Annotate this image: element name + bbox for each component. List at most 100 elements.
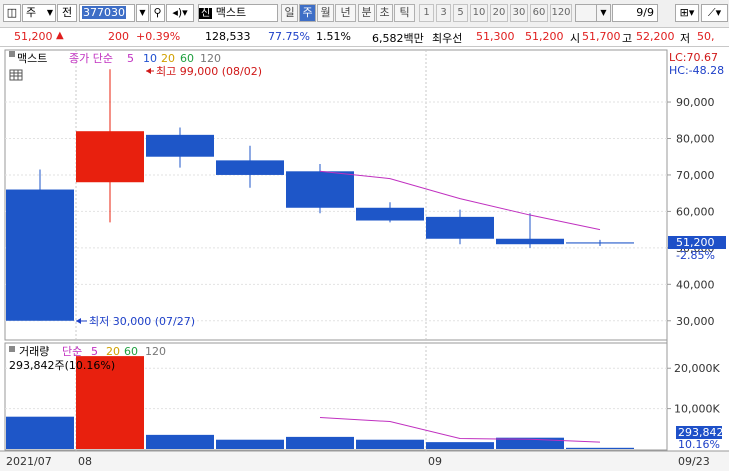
max-annotation-text: 최고 99,000 (08/02) xyxy=(156,65,262,78)
interval-1[interactable]: 1 xyxy=(419,4,434,22)
high-label: 고 xyxy=(622,32,633,45)
price-legend-ma20: 20 xyxy=(161,52,175,65)
interval-5[interactable]: 5 xyxy=(453,4,468,22)
x-label-2021-07: 2021/07 xyxy=(6,455,52,468)
volume-bar[interactable] xyxy=(426,442,494,449)
price-tick-label: 60,000 xyxy=(676,205,715,218)
x-axis: 2021/07 08 09 09/23 xyxy=(0,450,729,471)
volume-current: 293,842주(10.16%) xyxy=(9,359,115,372)
volume-value: 128,533 xyxy=(205,30,251,43)
volume-tick-label: 10,000K xyxy=(674,403,720,416)
volume-legend-ma20: 20 xyxy=(106,345,120,358)
period-second[interactable]: 초 xyxy=(376,4,393,22)
price-tick-label: 70,000 xyxy=(676,169,715,182)
period-minute[interactable]: 분 xyxy=(358,4,375,22)
volume-legend-ma120: 120 xyxy=(145,345,166,358)
price-tick-label: 90,000 xyxy=(676,96,715,109)
interval-20[interactable]: 20 xyxy=(490,4,508,22)
min-annotation-text: 최저 30,000 (07/27) xyxy=(89,315,195,328)
candle[interactable] xyxy=(6,169,74,321)
last-volume-pct: 10.16% xyxy=(678,438,720,451)
interval-dropdown-icon[interactable]: ▼ xyxy=(596,4,611,22)
volume-panel-menu-icon[interactable] xyxy=(9,346,15,352)
toolbar: ◫ 주 ▼ 전 377030 ▼ ⚲ ◂)▾ 신 맥스트 일 주 월 년 분 초… xyxy=(0,0,729,28)
best-ask: 51,300 xyxy=(476,30,515,43)
candle-body xyxy=(216,160,284,175)
period-week[interactable]: 주 xyxy=(299,4,316,22)
hc-label: HC:-48.28 xyxy=(669,64,724,77)
interval-120[interactable]: 120 xyxy=(550,4,572,22)
candle-body xyxy=(146,134,214,157)
volume-legend-label: 거래량 xyxy=(19,345,49,358)
period-month[interactable]: 월 xyxy=(317,4,334,22)
table-icon[interactable] xyxy=(9,69,23,81)
low-price: 50, xyxy=(697,30,715,43)
price-change-pct: +0.39% xyxy=(136,30,181,43)
low-label: 저 xyxy=(680,32,691,45)
volume-legend-ma60: 60 xyxy=(124,345,138,358)
volume-bar[interactable] xyxy=(216,439,284,449)
layout-icon[interactable]: ◫ xyxy=(3,4,21,22)
period-year[interactable]: 년 xyxy=(335,4,356,22)
price-legend-stock: 맥스트 xyxy=(17,52,47,65)
candle-body xyxy=(286,171,354,208)
lc-label: LC:70.67 xyxy=(669,51,718,64)
code-input[interactable]: 377030 xyxy=(79,4,135,22)
volume-bar[interactable] xyxy=(146,434,214,449)
volume-legend-type: 단순 xyxy=(62,345,82,358)
interval-3[interactable]: 3 xyxy=(436,4,451,22)
stock-chart[interactable]: 90,00080,00070,00060,00050,00040,00030,0… xyxy=(0,48,729,471)
code-input-value: 377030 xyxy=(82,6,126,19)
interval-30[interactable]: 30 xyxy=(510,4,528,22)
page-indicator: 9/9 xyxy=(612,4,658,22)
volume-ratio: 77.75% xyxy=(268,30,310,43)
prev-button[interactable]: 전 xyxy=(57,4,77,22)
stock-name-field[interactable]: 신 맥스트 xyxy=(198,4,278,22)
current-price: 51,200 xyxy=(14,30,53,43)
candle-body xyxy=(6,189,74,321)
grid-settings-icon[interactable]: ⊞▾ xyxy=(675,4,699,22)
volume-bar[interactable] xyxy=(286,436,354,449)
panel-menu-icon[interactable] xyxy=(9,51,15,57)
interval-10[interactable]: 10 xyxy=(470,4,488,22)
open-label: 시 xyxy=(570,32,581,45)
chevron-down-icon: ▼ xyxy=(46,8,53,17)
volume-tick-label: 20,000K xyxy=(674,362,720,375)
last-price-label: 51,200 xyxy=(676,236,715,249)
quote-bar: 51,200 ▲ 200 +0.39% 128,533 77.75% 1.51%… xyxy=(0,28,729,47)
code-dropdown-icon[interactable]: ▼ xyxy=(136,4,149,22)
x-label-08: 08 xyxy=(78,455,92,468)
indicator-settings-icon[interactable]: ⟋▾ xyxy=(701,4,728,22)
market-select[interactable]: 주 ▼ xyxy=(22,4,56,22)
candle-body xyxy=(426,216,494,239)
interval-60[interactable]: 60 xyxy=(530,4,548,22)
period-tick[interactable]: 틱 xyxy=(394,4,415,22)
volume-bar[interactable] xyxy=(6,416,74,449)
sound-icon[interactable]: ◂)▾ xyxy=(166,4,194,22)
volume-y-axis: 20,000K 10,000K xyxy=(667,362,720,416)
price-legend-ma10: 10 xyxy=(143,52,157,65)
open-price: 51,700 xyxy=(582,30,621,43)
price-legend-ma5: 5 xyxy=(127,52,134,65)
market-select-value: 주 xyxy=(26,6,37,19)
search-icon[interactable]: ⚲ xyxy=(150,4,165,22)
volume-legend-ma5: 5 xyxy=(91,345,98,358)
max-annotation: 최고 99,000 (08/02) xyxy=(146,65,262,78)
x-label-09-23: 09/23 xyxy=(678,455,710,468)
up-arrow-icon: ▲ xyxy=(56,30,64,41)
price-legend-ma120: 120 xyxy=(200,52,221,65)
volume-bar[interactable] xyxy=(566,447,634,449)
candle-body xyxy=(496,238,564,245)
best-quote-label: 최우선 xyxy=(432,32,463,45)
turnover-pct: 1.51% xyxy=(316,30,351,43)
high-price: 52,200 xyxy=(636,30,675,43)
price-tick-label: 30,000 xyxy=(676,315,715,328)
trade-amount: 6,582백만 xyxy=(372,32,424,45)
x-label-09: 09 xyxy=(428,455,442,468)
candle-body xyxy=(566,242,634,244)
volume-bar[interactable] xyxy=(356,439,424,449)
stock-name-value: 맥스트 xyxy=(215,6,247,19)
price-tick-label: 80,000 xyxy=(676,132,715,145)
period-day[interactable]: 일 xyxy=(281,4,298,22)
price-tick-label: 40,000 xyxy=(676,278,715,291)
